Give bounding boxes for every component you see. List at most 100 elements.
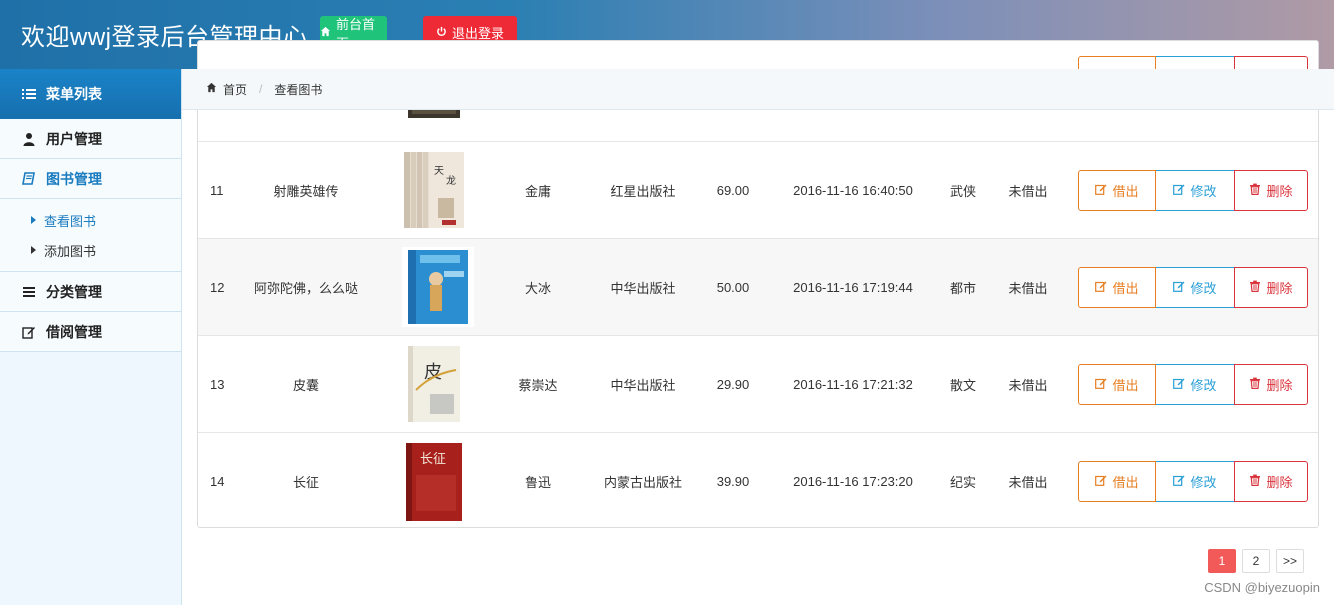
table-row: 11 射雕英雄传 天 龙 金庸 红星出版社 69.00 2016-11-16 1… [198, 141, 1318, 238]
borrow-button[interactable]: 借出 [1078, 169, 1156, 211]
row-actions: 借出 修改 删除 [1078, 266, 1308, 308]
edit-icon [1173, 280, 1185, 295]
book-status: 未借出 [1008, 474, 1048, 490]
edit-button[interactable]: 修改 [1156, 266, 1234, 308]
book-publisher: 中华出版社 [610, 280, 676, 296]
delete-button[interactable]: 删除 [1234, 460, 1308, 502]
book-date: 2016-11-16 16:40:50 [793, 182, 913, 198]
table-row: 12 阿弥陀佛，么么哒 大冰 中华出版社 50.00 2016-11-16 17… [198, 238, 1318, 335]
menu-header-label: 菜单列表 [46, 86, 102, 102]
book-name: 长征 [292, 474, 319, 490]
sidebar-subitem-label: 查看图书 [44, 213, 97, 229]
borrow-button[interactable]: 借出 [1078, 266, 1156, 308]
book-id: 14 [210, 473, 225, 489]
edit-icon [1173, 377, 1185, 392]
book-price: 69.00 [716, 182, 750, 198]
edit-button[interactable]: 修改 [1156, 460, 1234, 502]
row-actions: 借出 修改 删除 [1078, 460, 1308, 502]
edit-icon [1095, 183, 1107, 198]
sidebar-subitem-add-book[interactable]: 添加图书 [0, 235, 181, 265]
edit-icon [1173, 183, 1185, 198]
table-row: 14 长征 长征 鲁迅 内蒙古出版社 39.90 2016-11-16 17:2… [198, 432, 1318, 527]
svg-text:长征: 长征 [420, 452, 446, 467]
book-cover-image: 长征 [402, 441, 466, 521]
sidebar-item-books[interactable]: 图书管理 [0, 159, 181, 199]
breadcrumb: 首页 / 查看图书 [182, 69, 1334, 110]
book-category: 都市 [949, 280, 976, 296]
book-id: 11 [210, 182, 224, 198]
sidebar-item-categories[interactable]: 分类管理 [0, 272, 181, 312]
sidebar-item-label: 借阅管理 [46, 323, 102, 340]
sidebar-item-label: 分类管理 [46, 283, 102, 300]
page-1-button[interactable]: 1 [1207, 549, 1236, 573]
book-id: 13 [210, 376, 225, 392]
delete-button[interactable]: 删除 [1234, 266, 1308, 308]
book-category: 纪实 [949, 474, 976, 490]
book-price: 29.90 [716, 376, 750, 392]
book-status: 未借出 [1008, 377, 1048, 393]
watermark: CSDN @biyezuopin [1204, 580, 1320, 595]
book-cover-image [402, 247, 474, 327]
home-icon [320, 25, 331, 40]
book-cover-image: 皮 [402, 344, 466, 424]
book-price: 50.00 [716, 279, 750, 295]
borrow-button[interactable]: 借出 [1078, 363, 1156, 405]
borrow-button[interactable]: 借出 [1078, 460, 1156, 502]
book-author: 金庸 [524, 183, 551, 199]
trash-icon [1249, 474, 1261, 489]
trash-icon [1249, 280, 1261, 295]
book-date: 2016-11-16 17:19:44 [793, 279, 913, 295]
edit-icon [1095, 280, 1107, 295]
power-icon [436, 25, 447, 40]
book-name: 皮囊 [292, 377, 319, 393]
list-icon [22, 87, 36, 101]
page-2-button[interactable]: 2 [1241, 549, 1270, 573]
user-icon [22, 132, 36, 146]
book-publisher: 内蒙古出版社 [603, 474, 682, 490]
books-submenu: 查看图书 添加图书 [0, 199, 181, 272]
book-date: 2016-11-16 17:21:32 [793, 376, 913, 392]
book-publisher: 中华出版社 [610, 377, 676, 393]
book-icon [22, 171, 36, 186]
edit-button[interactable]: 修改 [1156, 363, 1234, 405]
breadcrumb-current: 查看图书 [274, 82, 323, 97]
edit-icon [1095, 377, 1107, 392]
sidebar: 菜单列表 用户管理 图书管理 查看图书 添加图书 分类管理 借阅管理 [0, 69, 182, 605]
book-date: 2016-11-16 17:23:20 [793, 473, 913, 489]
edit-icon [1095, 474, 1107, 489]
svg-text:皮: 皮 [424, 362, 442, 383]
sidebar-subitem-label: 添加图书 [44, 243, 97, 259]
edit-icon [1173, 474, 1185, 489]
book-id: 12 [210, 279, 225, 295]
book-name: 射雕英雄传 [273, 183, 339, 199]
book-publisher: 红星出版社 [610, 183, 676, 199]
row-actions: 借出 修改 删除 [1078, 169, 1308, 211]
caret-right-icon [31, 216, 36, 224]
book-cover-image: 天 龙 [402, 150, 466, 230]
row-actions: 借出 修改 删除 [1078, 363, 1308, 405]
breadcrumb-home-link[interactable]: 首页 [223, 81, 247, 98]
delete-button[interactable]: 删除 [1234, 363, 1308, 405]
bars-icon [22, 285, 36, 299]
book-author: 大冰 [524, 280, 551, 296]
trash-icon [1249, 377, 1261, 392]
home-icon [206, 82, 217, 96]
book-status: 未借出 [1008, 183, 1048, 199]
next-page-button[interactable]: >> [1275, 549, 1304, 573]
sidebar-item-label: 图书管理 [46, 170, 102, 187]
book-author: 蔡崇达 [518, 377, 558, 393]
edit-button[interactable]: 修改 [1156, 169, 1234, 211]
sidebar-item-borrowing[interactable]: 借阅管理 [0, 312, 181, 352]
caret-right-icon [31, 246, 36, 254]
book-category: 武侠 [949, 183, 976, 199]
book-status: 未借出 [1008, 280, 1048, 296]
breadcrumb-separator: / [259, 82, 263, 96]
delete-button[interactable]: 删除 [1234, 169, 1308, 211]
svg-text:天: 天 [434, 166, 444, 177]
table-row: 13 皮囊 皮 蔡崇达 中华出版社 29.90 2016-11-16 17:21… [198, 335, 1318, 432]
sidebar-subitem-view-books[interactable]: 查看图书 [0, 205, 181, 235]
book-price: 39.90 [716, 473, 750, 489]
sidebar-item-users[interactable]: 用户管理 [0, 119, 181, 159]
menu-header: 菜单列表 [0, 69, 181, 119]
trash-icon [1249, 183, 1261, 198]
